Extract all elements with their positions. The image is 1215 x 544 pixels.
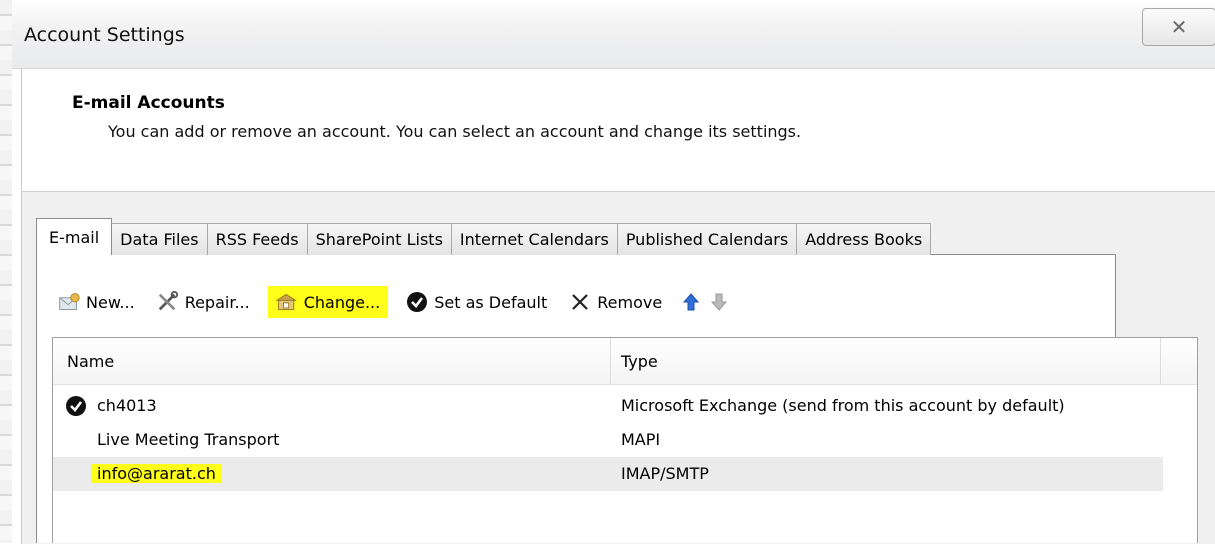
tab-rss-feeds[interactable]: RSS Feeds xyxy=(206,223,308,255)
accounts-list: Name Type ch4013 Microsoft Exchange (sen… xyxy=(52,337,1198,543)
account-row[interactable]: Live Meeting Transport MAPI xyxy=(53,423,1163,457)
change-label: Change... xyxy=(303,292,381,312)
new-button[interactable]: New... xyxy=(54,286,139,318)
section-description: You can add or remove an account. You ca… xyxy=(108,122,802,141)
set-as-default-label: Set as Default xyxy=(434,292,548,312)
repair-label: Repair... xyxy=(184,292,250,312)
column-divider xyxy=(610,338,611,384)
tab-internet-calendars[interactable]: Internet Calendars xyxy=(450,223,618,255)
new-account-icon xyxy=(58,291,80,313)
tab-address-books[interactable]: Address Books xyxy=(796,223,932,255)
default-account-check-icon xyxy=(65,395,87,417)
account-row-selected[interactable]: info@ararat.ch IMAP/SMTP xyxy=(53,457,1163,491)
background-window-edge xyxy=(0,0,12,543)
column-header-name[interactable]: Name xyxy=(67,352,114,371)
column-header-type[interactable]: Type xyxy=(621,352,658,371)
window-title: Account Settings xyxy=(24,24,185,46)
account-type: IMAP/SMTP xyxy=(621,464,709,483)
tab-published-calendars[interactable]: Published Calendars xyxy=(616,223,798,255)
account-toolbar: New... Repair... Change... Set as Defaul… xyxy=(54,286,736,318)
move-up-arrow-icon[interactable] xyxy=(680,291,702,313)
title-bar: Account Settings ✕ xyxy=(12,0,1215,69)
remove-button[interactable]: Remove xyxy=(565,286,666,318)
set-as-default-button[interactable]: Set as Default xyxy=(402,286,551,318)
tab-email[interactable]: E-mail xyxy=(36,218,113,255)
new-label: New... xyxy=(86,292,135,312)
change-account-icon xyxy=(275,291,298,313)
tab-strip: E-mail Data Files RSS Feeds SharePoint L… xyxy=(36,218,932,255)
move-down-arrow-icon[interactable] xyxy=(708,291,730,313)
tab-sharepoint-lists[interactable]: SharePoint Lists xyxy=(306,223,452,255)
close-icon: ✕ xyxy=(1170,15,1188,39)
remove-x-icon xyxy=(569,291,591,313)
account-name: info@ararat.ch xyxy=(91,464,222,483)
account-type: MAPI xyxy=(621,430,661,449)
change-button[interactable]: Change... xyxy=(267,286,389,318)
checkmark-circle-icon xyxy=(406,291,428,313)
tools-icon xyxy=(157,291,179,313)
column-divider xyxy=(1160,338,1161,384)
close-button[interactable]: ✕ xyxy=(1142,8,1215,46)
account-name: ch4013 xyxy=(97,396,157,415)
list-header: Name Type xyxy=(53,338,1197,385)
remove-label: Remove xyxy=(597,292,663,312)
account-type: Microsoft Exchange (send from this accou… xyxy=(621,396,1065,415)
tab-data-files[interactable]: Data Files xyxy=(111,223,208,255)
header-panel: E-mail Accounts You can add or remove an… xyxy=(21,69,1215,191)
repair-button[interactable]: Repair... xyxy=(153,286,254,318)
account-name: Live Meeting Transport xyxy=(97,430,280,449)
account-row[interactable]: ch4013 Microsoft Exchange (send from thi… xyxy=(53,389,1163,423)
section-title: E-mail Accounts xyxy=(72,93,225,113)
